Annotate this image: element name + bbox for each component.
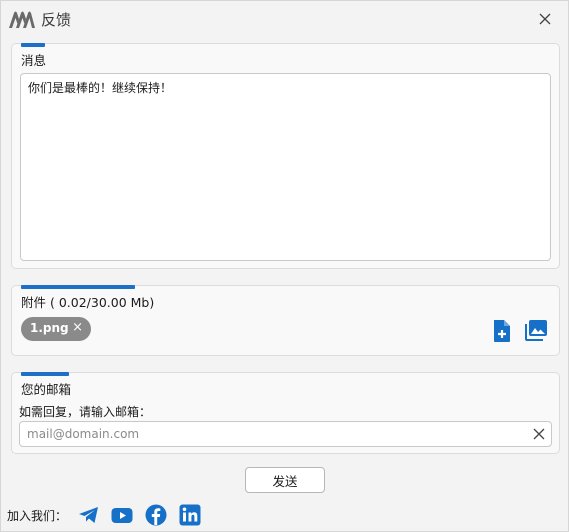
email-hint: 如需回复，请输入邮箱：: [19, 405, 152, 419]
window-title: 反馈: [41, 11, 72, 29]
attachments-title: 附件 ( 0.02/30.00 Mb): [21, 295, 155, 310]
facebook-icon[interactable]: [145, 504, 167, 526]
remove-attachment-icon[interactable]: ×: [72, 320, 83, 335]
app-logo-icon: [9, 11, 35, 28]
send-button[interactable]: 发送: [245, 467, 325, 493]
add-image-icon[interactable]: [524, 319, 548, 341]
linkedin-icon[interactable]: [179, 504, 201, 526]
email-card: 您的邮箱 如需回复，请输入邮箱：: [11, 372, 560, 454]
title-bar: 反馈: [1, 1, 568, 37]
message-accent-bar: [21, 43, 45, 47]
email-field-wrapper: [19, 421, 552, 447]
add-file-icon[interactable]: [491, 319, 513, 343]
email-title: 您的邮箱: [21, 382, 72, 397]
attachment-chip[interactable]: 1.png ×: [21, 317, 91, 341]
message-textarea[interactable]: 你们是最棒的！继续保持！: [20, 73, 551, 261]
attachment-file-name: 1.png: [30, 321, 69, 335]
youtube-icon[interactable]: [111, 504, 133, 526]
close-icon[interactable]: [536, 10, 554, 28]
email-accent-bar: [21, 372, 69, 376]
feedback-window: 反馈 消息 你们是最棒的！继续保持！ 附件 ( 0.02/30.00 Mb) 1…: [0, 0, 569, 532]
attachments-card: 附件 ( 0.02/30.00 Mb) 1.png ×: [11, 285, 560, 356]
telegram-icon[interactable]: [78, 504, 100, 526]
join-us-label: 加入我们：: [7, 509, 68, 523]
message-card: 消息 你们是最棒的！继续保持！: [11, 43, 560, 269]
email-field[interactable]: [20, 422, 525, 446]
message-title: 消息: [21, 53, 47, 68]
attachments-accent-bar: [21, 285, 135, 289]
clear-icon[interactable]: [532, 427, 546, 441]
